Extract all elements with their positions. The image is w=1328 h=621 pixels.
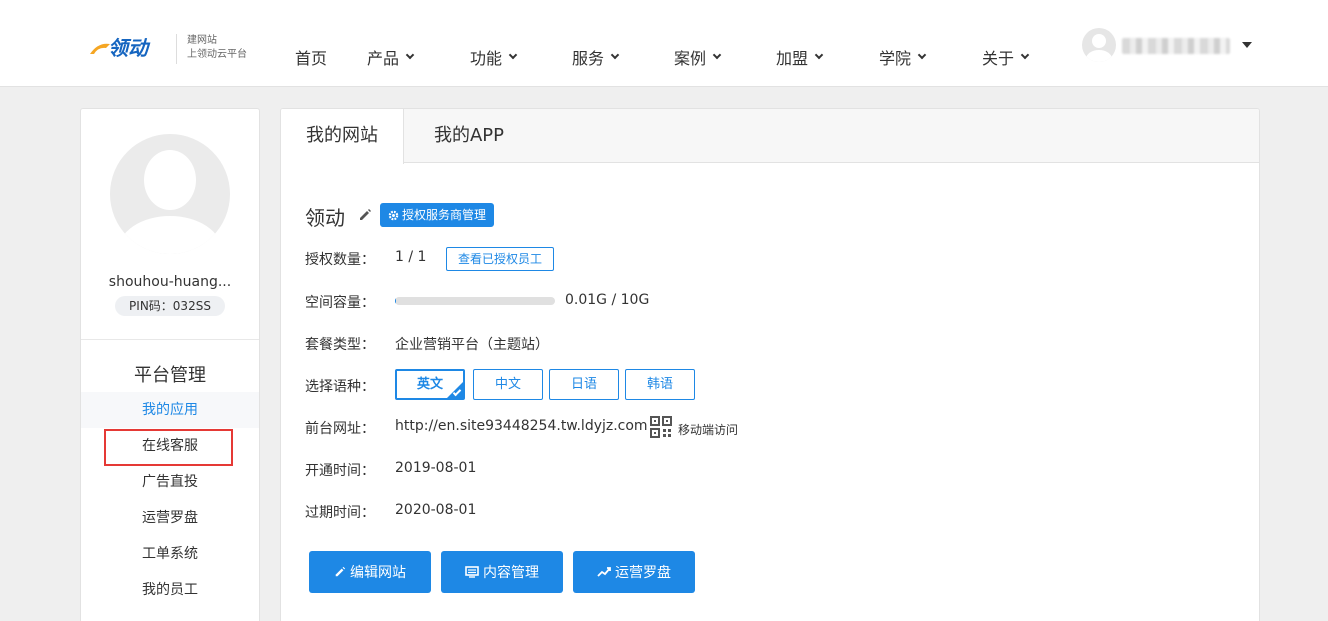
logo-tagline: 建网站 上领动云平台 <box>187 34 247 62</box>
storage-progress-bar <box>395 297 555 305</box>
auth-provider-button[interactable]: 授权服务商管理 <box>380 203 495 227</box>
chevron-down-icon <box>610 50 620 60</box>
nav-item-about[interactable]: 关于 <box>982 45 1030 69</box>
site-title: 领动 <box>305 206 345 230</box>
chevron-down-icon <box>712 50 722 60</box>
pin-badge: PIN码：032SS <box>115 296 225 316</box>
nav-label: 功能 <box>470 49 503 68</box>
expire-date-value: 2020-08-01 <box>395 502 477 518</box>
auth-provider-label: 授权服务商管理 <box>402 208 487 222</box>
mobile-access-link[interactable]: 移动端访问 <box>678 421 738 438</box>
storage-value: 0.01G / 10G <box>565 292 650 308</box>
main-panel: 我的网站 我的APP 领动 授权服务商管理 授权数量： 1 / 1 查看已授权员… <box>280 108 1260 621</box>
logo-tagline-line1: 建网站 <box>187 35 217 46</box>
lang-option-korean[interactable]: 韩语 <box>625 369 695 400</box>
expire-date-label: 过期时间： <box>305 505 375 521</box>
tab-my-app[interactable]: 我的APP <box>404 109 534 163</box>
nav-label: 加盟 <box>776 49 809 68</box>
auth-count-label: 授权数量： <box>305 252 375 268</box>
sidebar-section-title: 平台管理 <box>134 365 206 386</box>
content-management-button[interactable]: 内容管理 <box>441 551 563 593</box>
nav-label: 案例 <box>674 49 707 68</box>
sidebar-divider <box>81 339 259 340</box>
nav-item-academy[interactable]: 学院 <box>879 45 927 69</box>
tab-my-website[interactable]: 我的网站 <box>281 109 404 164</box>
open-date-value: 2019-08-01 <box>395 460 477 476</box>
ops-compass-label: 运营罗盘 <box>615 565 671 581</box>
nav-item-cases[interactable]: 案例 <box>674 45 722 69</box>
sidebar-item-my-staff[interactable]: 我的员工 <box>81 572 259 608</box>
lang-option-english[interactable]: 英文 <box>395 369 465 400</box>
nav-item-home[interactable]: 首页 <box>295 45 327 69</box>
caret-down-icon[interactable] <box>1242 42 1252 48</box>
chevron-down-icon <box>405 50 415 60</box>
open-date-label: 开通时间： <box>305 463 375 479</box>
storage-label: 空间容量： <box>305 295 375 311</box>
site-url[interactable]: http://en.site93448254.tw.ldyjz.com <box>395 418 648 434</box>
language-label: 选择语种： <box>305 379 375 395</box>
ops-compass-button[interactable]: 运营罗盘 <box>573 551 695 593</box>
profile-username: shouhou-huang... <box>108 274 232 290</box>
gear-icon <box>388 210 399 220</box>
logo-icon[interactable]: 领动 <box>88 34 162 60</box>
user-name-blurred[interactable] <box>1122 38 1230 54</box>
chevron-down-icon <box>917 50 927 60</box>
trend-icon <box>597 567 611 577</box>
lang-option-japanese[interactable]: 日语 <box>549 369 619 400</box>
sidebar-item-my-apps[interactable]: 我的应用 <box>81 392 259 428</box>
tab-bar: 我的网站 我的APP <box>281 109 1259 164</box>
nav-item-features[interactable]: 功能 <box>470 45 518 69</box>
nav-label: 学院 <box>879 49 912 68</box>
edit-website-label: 编辑网站 <box>350 565 406 581</box>
plan-label: 套餐类型： <box>305 337 375 353</box>
plan-value: 企业营销平台（主题站） <box>395 337 549 353</box>
nav-label: 服务 <box>572 49 605 68</box>
sidebar-item-ops-compass[interactable]: 运营罗盘 <box>81 500 259 536</box>
nav-label: 关于 <box>982 49 1015 68</box>
monitor-icon <box>465 566 479 578</box>
logo-text: 领动 <box>108 36 151 60</box>
highlight-annotation-box <box>104 429 233 466</box>
chevron-down-icon <box>1020 50 1030 60</box>
url-label: 前台网址： <box>305 421 375 437</box>
sidebar: shouhou-huang... PIN码：032SS 平台管理 我的应用 在线… <box>80 108 260 621</box>
edit-website-button[interactable]: 编辑网站 <box>309 551 431 593</box>
lang-label: 英文 <box>416 377 443 392</box>
pencil-icon[interactable] <box>358 208 372 222</box>
profile-avatar <box>110 134 230 254</box>
nav-label: 产品 <box>367 49 400 68</box>
nav-item-products[interactable]: 产品 <box>367 45 415 69</box>
content-management-label: 内容管理 <box>483 565 539 581</box>
qr-code-icon[interactable] <box>650 416 672 438</box>
logo-divider <box>176 34 177 64</box>
logo-tagline-line2: 上领动云平台 <box>187 49 247 60</box>
user-avatar[interactable] <box>1082 28 1116 62</box>
chevron-down-icon <box>508 50 518 60</box>
top-header: 领动 建网站 上领动云平台 首页 产品 功能 服务 案例 加盟 学院 关于 <box>0 0 1328 87</box>
sidebar-item-ad-direct[interactable]: 广告直投 <box>81 464 259 500</box>
lang-option-chinese[interactable]: 中文 <box>473 369 543 400</box>
auth-count-value: 1 / 1 <box>395 249 427 265</box>
chevron-down-icon <box>814 50 824 60</box>
nav-item-services[interactable]: 服务 <box>572 45 620 69</box>
sidebar-item-ticket-system[interactable]: 工单系统 <box>81 536 259 572</box>
pencil-icon <box>335 566 346 577</box>
nav-item-franchise[interactable]: 加盟 <box>776 45 824 69</box>
nav-label: 首页 <box>295 49 328 68</box>
view-authorized-staff-button[interactable]: 查看已授权员工 <box>446 247 555 271</box>
